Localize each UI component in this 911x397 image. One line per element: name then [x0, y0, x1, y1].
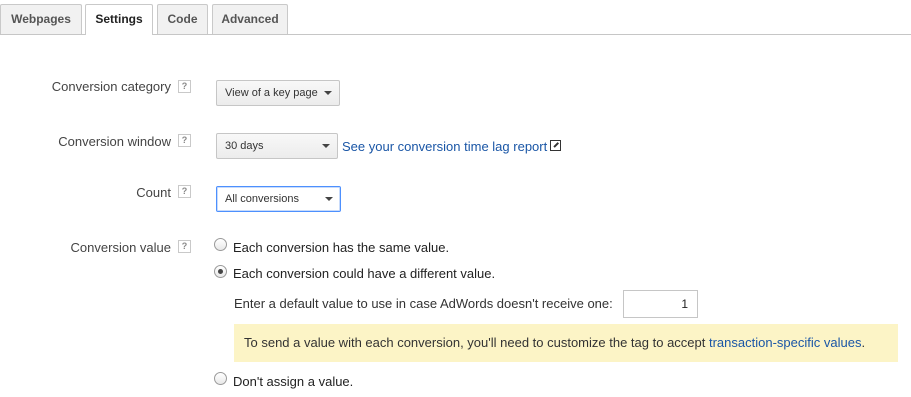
conversion-category-value: View of a key page — [225, 87, 318, 99]
same-value-option-label: Each conversion has the same value. — [233, 240, 450, 255]
conversion-window-label: Conversion window — [58, 134, 171, 149]
no-value-option-label: Don't assign a value. — [233, 374, 354, 389]
tab-settings[interactable]: Settings — [85, 4, 153, 35]
conversion-window-value: 30 days — [225, 140, 264, 152]
count-label: Count — [136, 185, 171, 200]
chevron-down-icon — [324, 91, 332, 95]
different-value-option-label: Each conversion could have a different v… — [233, 266, 496, 281]
tab-code[interactable]: Code — [157, 4, 208, 34]
tab-advanced[interactable]: Advanced — [212, 4, 288, 34]
help-icon[interactable]: ? — [178, 134, 191, 147]
no-value-radio[interactable] — [214, 372, 227, 385]
chevron-down-icon — [325, 197, 333, 201]
conversion-value-label: Conversion value — [70, 240, 171, 255]
default-value-prompt: Enter a default value to use in case AdW… — [234, 296, 613, 311]
conversion-window-select[interactable]: 30 days — [216, 133, 338, 159]
count-select[interactable]: All conversions — [216, 186, 341, 212]
count-value: All conversions — [225, 193, 299, 205]
notice-text: To send a value with each conversion, yo… — [244, 335, 709, 350]
external-link-icon[interactable] — [550, 140, 561, 151]
help-icon[interactable]: ? — [178, 80, 191, 93]
default-value-input[interactable]: 1 — [623, 290, 698, 318]
same-value-radio[interactable] — [214, 238, 227, 251]
help-icon[interactable]: ? — [178, 240, 191, 253]
chevron-down-icon — [322, 144, 330, 148]
conversion-category-select[interactable]: View of a key page — [216, 80, 340, 106]
tab-webpages[interactable]: Webpages — [0, 4, 82, 34]
time-lag-report-link[interactable]: See your conversion time lag report — [342, 139, 547, 154]
transaction-values-link[interactable]: transaction-specific values — [709, 335, 861, 350]
info-notice: To send a value with each conversion, yo… — [234, 324, 898, 362]
conversion-category-label: Conversion category — [51, 79, 171, 94]
help-icon[interactable]: ? — [178, 185, 191, 198]
notice-period: . — [861, 335, 866, 350]
tab-bar: Webpages Settings Code Advanced — [0, 0, 911, 35]
different-value-radio[interactable] — [214, 265, 227, 278]
